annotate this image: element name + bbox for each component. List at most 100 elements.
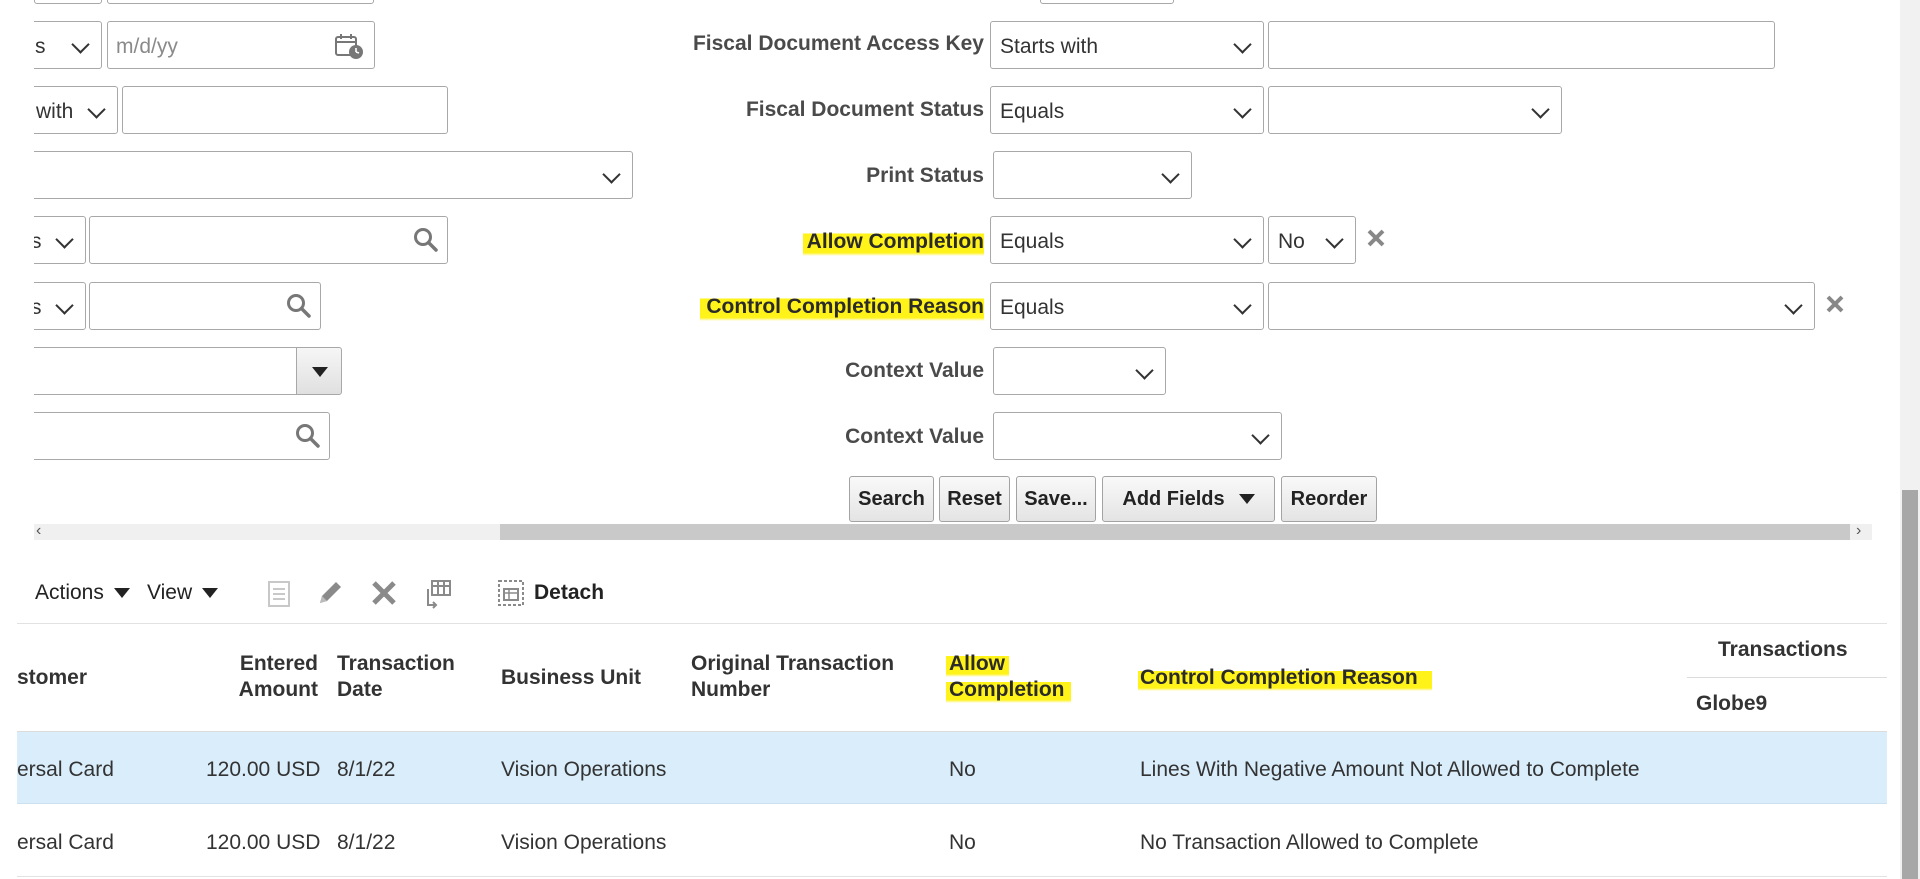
chevron-down-icon bbox=[1233, 296, 1252, 315]
column-header-control-completion-reason[interactable]: Control Completion Reason bbox=[1138, 665, 1432, 691]
cell-control-completion-reason: No Transaction Allowed to Complete bbox=[1140, 831, 1479, 854]
chevron-down-icon bbox=[602, 165, 621, 184]
cell-business-unit: Vision Operations bbox=[501, 831, 667, 854]
column-header-allow-completion[interactable]: Allow Completion bbox=[946, 651, 1071, 703]
remove-field-allow-completion-icon[interactable] bbox=[1365, 227, 1387, 249]
left-partial-field-top-b[interactable] bbox=[107, 0, 374, 4]
chevron-down-icon bbox=[1784, 296, 1803, 315]
value-select-context-value-1[interactable] bbox=[993, 347, 1166, 395]
left-wide-select-3[interactable] bbox=[20, 151, 633, 199]
value-select-allow-completion[interactable]: No bbox=[1268, 216, 1356, 264]
operator-select-fiscal-status[interactable]: Equals bbox=[990, 86, 1264, 134]
search-icon[interactable] bbox=[413, 227, 439, 253]
left-text-input-2[interactable] bbox=[122, 86, 448, 134]
label-control-completion-reason: Control Completion Reason bbox=[700, 293, 984, 321]
left-clip-edge bbox=[0, 0, 34, 470]
cell-allow-completion: No bbox=[949, 831, 976, 854]
detach-button[interactable]: Detach bbox=[534, 578, 604, 608]
cell-control-completion-reason: Lines With Negative Amount Not Allowed t… bbox=[1140, 758, 1640, 781]
add-fields-label: Add Fields bbox=[1122, 487, 1225, 510]
table-row[interactable]: ersal Card 120.00 USD 8/1/22 Vision Oper… bbox=[17, 732, 1887, 804]
chevron-down-icon bbox=[55, 230, 74, 249]
value-select-fiscal-status[interactable] bbox=[1268, 86, 1562, 134]
add-fields-button[interactable]: Add Fields bbox=[1102, 476, 1275, 522]
caret-down-icon bbox=[202, 588, 219, 598]
cell-entered-amount: 120.00 USD bbox=[206, 831, 321, 854]
chevron-down-icon bbox=[1233, 230, 1252, 249]
reorder-button[interactable]: Reorder bbox=[1281, 476, 1377, 522]
operator-select-fiscal-access-key[interactable]: Starts with bbox=[990, 21, 1264, 69]
label-fiscal-document-status: Fiscal Document Status bbox=[745, 98, 984, 121]
column-header-globe9[interactable]: Globe9 bbox=[1696, 691, 1767, 717]
chevron-down-icon bbox=[1531, 100, 1550, 119]
left-partial-field-top-a[interactable] bbox=[34, 0, 102, 4]
operator-select-allow-completion[interactable]: Equals bbox=[990, 216, 1264, 264]
cell-allow-completion: No bbox=[949, 758, 976, 781]
cell-entered-amount: 120.00 USD bbox=[206, 758, 321, 781]
chevron-down-icon bbox=[1233, 100, 1252, 119]
value-select-control-reason[interactable] bbox=[1268, 282, 1815, 330]
scroll-left-arrow-icon[interactable]: ‹ bbox=[36, 522, 41, 540]
column-group-header-transactions: Transactions bbox=[1718, 638, 1848, 661]
search-button[interactable]: Search bbox=[849, 476, 934, 522]
caret-down-icon bbox=[113, 588, 130, 598]
date-input[interactable]: m/d/yy bbox=[107, 21, 375, 69]
operator-select-control-reason[interactable]: Equals bbox=[990, 282, 1264, 330]
date-placeholder: m/d/yy bbox=[116, 35, 178, 58]
view-menu[interactable]: View bbox=[147, 578, 219, 608]
chevron-down-icon bbox=[55, 296, 74, 315]
table-row[interactable]: ersal Card 120.00 USD 8/1/22 Vision Oper… bbox=[17, 805, 1887, 877]
column-header-original-transaction-number[interactable]: Original Transaction Number bbox=[691, 651, 894, 703]
chevron-down-icon bbox=[1233, 35, 1252, 54]
label-fiscal-document-access-key: Fiscal Document Access Key bbox=[692, 32, 984, 55]
chevron-down-icon bbox=[1161, 165, 1180, 184]
value-input-fiscal-access-key[interactable] bbox=[1268, 21, 1775, 69]
delete-x-icon[interactable] bbox=[368, 577, 400, 609]
combo-dropdown-button[interactable] bbox=[296, 347, 342, 395]
cell-customer: ersal Card bbox=[17, 758, 114, 781]
calendar-icon[interactable] bbox=[334, 32, 364, 60]
cell-transaction-date: 8/1/22 bbox=[337, 831, 396, 854]
scroll-right-arrow-icon[interactable]: › bbox=[1856, 522, 1861, 540]
chevron-down-icon bbox=[87, 100, 106, 119]
label-print-status: Print Status bbox=[866, 164, 984, 187]
left-search-input-5[interactable] bbox=[89, 282, 321, 330]
cell-business-unit: Vision Operations bbox=[501, 758, 667, 781]
column-header-customer[interactable]: stomer bbox=[17, 665, 87, 691]
label-allow-completion: Allow Completion bbox=[802, 228, 984, 256]
save-button[interactable]: Save... bbox=[1016, 476, 1096, 522]
label-context-value-1: Context Value bbox=[845, 359, 984, 382]
cell-customer: ersal Card bbox=[17, 831, 114, 854]
detach-label: Detach bbox=[534, 581, 605, 604]
value-select-print-status[interactable] bbox=[993, 151, 1192, 199]
left-search-input-4[interactable] bbox=[89, 216, 448, 264]
horizontal-scrollbar-thumb[interactable] bbox=[500, 524, 1850, 540]
left-search-input-7[interactable] bbox=[20, 412, 330, 460]
actions-label: Actions bbox=[35, 581, 104, 604]
cell-transaction-date: 8/1/22 bbox=[337, 758, 396, 781]
remove-field-control-reason-icon[interactable] bbox=[1824, 293, 1846, 315]
column-header-entered-amount[interactable]: Entered Amount bbox=[210, 651, 318, 703]
vertical-scrollbar-thumb[interactable] bbox=[1902, 490, 1918, 879]
left-operator-select-2[interactable]: with bbox=[20, 86, 118, 134]
caret-down-icon bbox=[312, 367, 328, 377]
copy-icon[interactable] bbox=[263, 577, 295, 609]
search-icon[interactable] bbox=[295, 423, 321, 449]
group-header-divider bbox=[1687, 677, 1887, 678]
toolbar-divider bbox=[17, 623, 1887, 624]
column-header-business-unit[interactable]: Business Unit bbox=[501, 665, 641, 691]
caret-down-icon bbox=[1238, 494, 1255, 504]
detach-icon[interactable] bbox=[495, 577, 527, 609]
chevron-down-icon bbox=[1135, 361, 1154, 380]
reset-button[interactable]: Reset bbox=[939, 476, 1010, 522]
value-select-context-value-2[interactable] bbox=[993, 412, 1282, 460]
search-icon[interactable] bbox=[286, 293, 312, 319]
columns-icon[interactable] bbox=[422, 577, 454, 609]
chevron-down-icon bbox=[71, 35, 90, 54]
actions-menu[interactable]: Actions bbox=[35, 578, 130, 608]
edit-pencil-icon[interactable] bbox=[314, 577, 346, 609]
chevron-down-icon bbox=[1325, 230, 1344, 249]
right-partial-field-top[interactable] bbox=[1040, 0, 1174, 4]
left-combo-input-6[interactable] bbox=[20, 347, 298, 395]
column-header-transaction-date[interactable]: Transaction Date bbox=[337, 651, 455, 703]
